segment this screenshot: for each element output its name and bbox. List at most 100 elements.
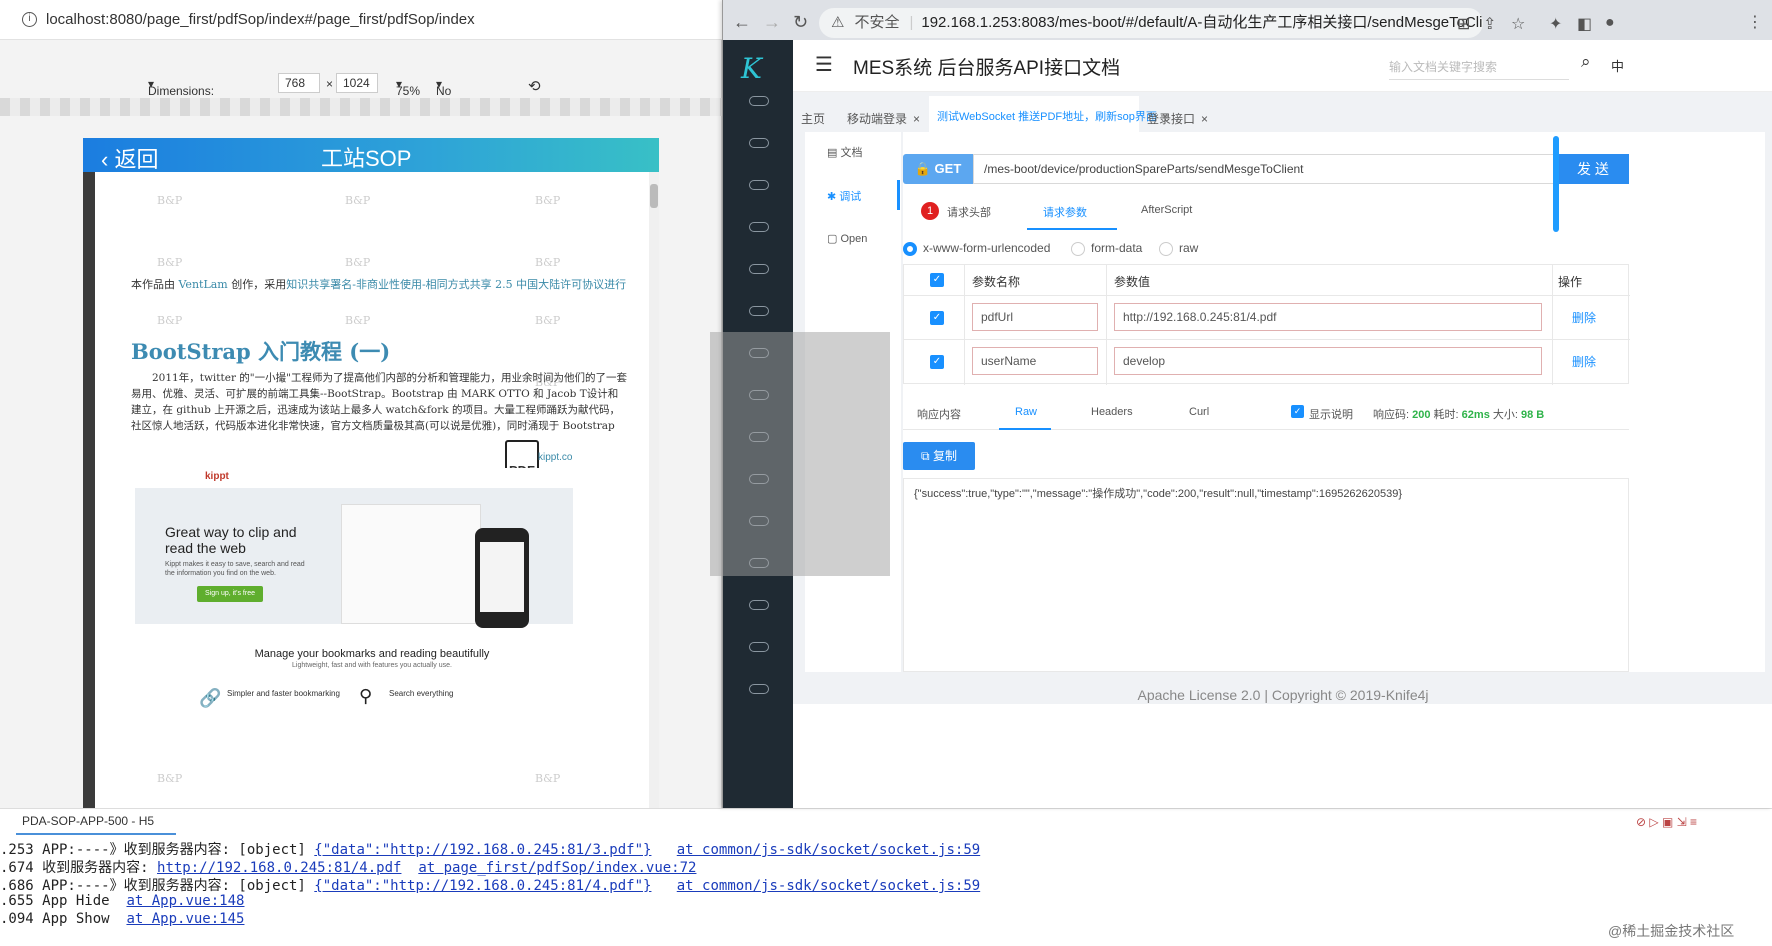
param-name-input[interactable]: userName	[972, 347, 1098, 375]
console-link[interactable]: {"data":"http://192.168.0.245:81/3.pdf"}	[314, 842, 651, 858]
right-address-bar[interactable]: ⚠ 不安全 | 192.168.1.253:8083/mes-boot/#/defau…	[819, 8, 1483, 38]
api-path-input[interactable]: /mes-boot/device/productionSpareParts/se…	[973, 154, 1557, 184]
cloud-icon[interactable]	[749, 264, 769, 274]
cloud-icon[interactable]	[749, 138, 769, 148]
pdf-scrollbar[interactable]	[649, 172, 659, 808]
console-toolbar-icons[interactable]: ⊘ ▷ ▣ ⇲ ≡	[1636, 815, 1697, 829]
back-label: 返回	[114, 147, 159, 172]
response-time: 62ms	[1461, 409, 1490, 421]
copy-button[interactable]: ⧉ 复制	[903, 442, 975, 470]
tab-mobile-login[interactable]: 移动端登录 ×	[847, 102, 927, 132]
search-icon[interactable]: ⌕	[1581, 52, 1591, 72]
reload-icon[interactable]: ↻	[793, 12, 808, 33]
kippt-app-preview	[341, 504, 481, 624]
console-link[interactable]: http://192.168.0.245:81/4.pdf	[157, 860, 401, 876]
cloud-icon[interactable]	[749, 684, 769, 694]
col-param-value: 参数值	[1114, 275, 1151, 289]
show-desc-checkbox[interactable]: ✓	[1291, 405, 1304, 418]
row-checkbox[interactable]: ✓	[930, 311, 944, 325]
back-button[interactable]: ‹ 返回	[101, 142, 158, 174]
console-source-link[interactable]: at common/js-sdk/socket/socket.js:59	[677, 878, 980, 894]
param-name-input[interactable]: pdfUrl	[972, 303, 1098, 331]
close-icon[interactable]: ×	[913, 112, 920, 126]
send-button[interactable]: 发 送	[1557, 154, 1629, 184]
radio-form-data[interactable]	[1071, 242, 1085, 256]
delete-link[interactable]: 删除	[1572, 309, 1596, 326]
right-url[interactable]: 192.168.1.253:8083/mes-boot/#/default/A-…	[921, 14, 1483, 31]
tab-request-params[interactable]: 请求参数	[1043, 204, 1087, 220]
sidebar-icon[interactable]: ◧	[1577, 14, 1592, 34]
devtools-device-toolbar: Dimensions: iPad Mini ▾ 768 × 1024 75% ▾…	[0, 70, 722, 112]
device-width-input[interactable]: 768	[278, 73, 320, 93]
tab-raw[interactable]: Raw	[1015, 406, 1037, 418]
side-doc[interactable]: ▤ 文档	[827, 144, 862, 160]
left-url[interactable]: localhost:8080/page_first/pdfSop/index#/…	[46, 11, 475, 28]
radio-raw[interactable]	[1159, 242, 1173, 256]
license-prefix: 本作品由	[131, 278, 179, 291]
back-arrow-icon[interactable]: ←	[733, 12, 751, 33]
side-debug[interactable]: ✱ 调试	[827, 188, 861, 204]
info-icon[interactable]: i	[22, 12, 37, 27]
knife4j-header: ☰ MES系统 后台服务API接口文档 输入文档关键字搜索 ⌕ 中	[793, 40, 1772, 92]
tab-headers[interactable]: Headers	[1091, 406, 1133, 418]
radio-urlencoded[interactable]	[903, 242, 917, 256]
throttling-dropdown[interactable]: No throttling ▾	[436, 77, 482, 112]
dimensions-dropdown[interactable]: Dimensions: iPad Mini ▾	[148, 77, 214, 112]
magnifier-icon: ⚲	[359, 686, 373, 706]
share-icon[interactable]: ⇪	[1483, 14, 1496, 34]
left-address-bar[interactable]: i localhost:8080/page_first/pdfSop/index…	[0, 0, 722, 40]
license-link[interactable]: 知识共享署名-非商业性使用-相同方式共享 2.5 中国大陆许可协议进行	[286, 278, 626, 291]
zoom-dropdown[interactable]: 75% ▾	[396, 77, 420, 98]
delete-link[interactable]: 删除	[1572, 353, 1596, 370]
menu-toggle-icon[interactable]: ☰	[815, 52, 833, 77]
close-icon[interactable]: ×	[1201, 112, 1208, 126]
translate-icon[interactable]: ⊞	[1457, 14, 1470, 34]
content-scrollbar[interactable]	[1553, 136, 1559, 232]
manage-title: Manage your bookmarks and reading beauti…	[254, 648, 490, 660]
cloud-icon[interactable]	[749, 642, 769, 652]
side-open[interactable]: ▢ Open	[827, 232, 867, 245]
response-code: 200	[1412, 409, 1431, 421]
console-source-link[interactable]: at common/js-sdk/socket/socket.js:59	[677, 842, 980, 858]
console-source-link[interactable]: at App.vue:148	[126, 893, 244, 909]
warning-icon[interactable]: ⚠	[831, 14, 844, 31]
menu-icon[interactable]: ⋮	[1747, 12, 1763, 32]
cloud-icon[interactable]	[749, 96, 769, 106]
radio-raw-label: raw	[1179, 241, 1199, 255]
console-source-link[interactable]: at page_first/pdfSop/index.vue:72	[418, 860, 696, 876]
cloud-icon[interactable]	[749, 600, 769, 610]
col-operation: 操作	[1558, 275, 1583, 289]
extensions-icon[interactable]: ✦	[1549, 14, 1562, 34]
footer: Apache License 2.0 | Copyright © 2019-Kn…	[1137, 687, 1429, 703]
rotate-icon[interactable]: ⟲	[528, 77, 541, 95]
tab-afterscript[interactable]: AfterScript	[1141, 204, 1192, 216]
language-switch[interactable]: 中	[1611, 56, 1624, 75]
row-checkbox[interactable]: ✓	[930, 355, 944, 369]
param-value-input[interactable]: http://192.168.0.245:81/4.pdf	[1114, 303, 1542, 331]
tab-request-headers[interactable]: 请求头部	[947, 204, 991, 220]
select-all-checkbox[interactable]: ✓	[930, 273, 944, 287]
cloud-icon[interactable]	[749, 222, 769, 232]
ruler-stripes	[0, 98, 722, 116]
tab-login-api[interactable]: 登录接口 ×	[1143, 102, 1223, 132]
license-author-link[interactable]: VentLam	[179, 278, 228, 291]
tab-curl[interactable]: Curl	[1189, 406, 1209, 418]
watermark: B&P	[535, 256, 561, 269]
tab-websocket-test[interactable]: 测试WebSocket 推送PDF地址，刷新sop界面 ×	[929, 96, 1168, 132]
cloud-icon[interactable]	[749, 306, 769, 316]
console-tab[interactable]: PDA-SOP-APP-500 - H5	[16, 809, 176, 835]
star-icon[interactable]: ☆	[1511, 14, 1525, 34]
console-line: .655 App Hide at App.vue:148	[0, 893, 244, 909]
insecure-label[interactable]: 不安全	[854, 14, 899, 31]
param-value-input[interactable]: develop	[1114, 347, 1542, 375]
device-height-input[interactable]: 1024	[336, 73, 378, 93]
console-source-link[interactable]: at App.vue:145	[126, 911, 244, 927]
console-link[interactable]: {"data":"http://192.168.0.245:81/4.pdf"}	[314, 878, 651, 894]
profile-icon[interactable]: ●	[1605, 14, 1615, 32]
radio-form-data-label: form-data	[1091, 241, 1143, 255]
forward-arrow-icon[interactable]: →	[763, 12, 781, 33]
cloud-icon[interactable]	[749, 180, 769, 190]
doc-search-input[interactable]: 输入文档关键字搜索	[1389, 54, 1569, 80]
tab-home[interactable]: 主页	[801, 102, 845, 132]
response-body[interactable]: {"success":true,"type":"","message":"操作成…	[903, 478, 1629, 672]
